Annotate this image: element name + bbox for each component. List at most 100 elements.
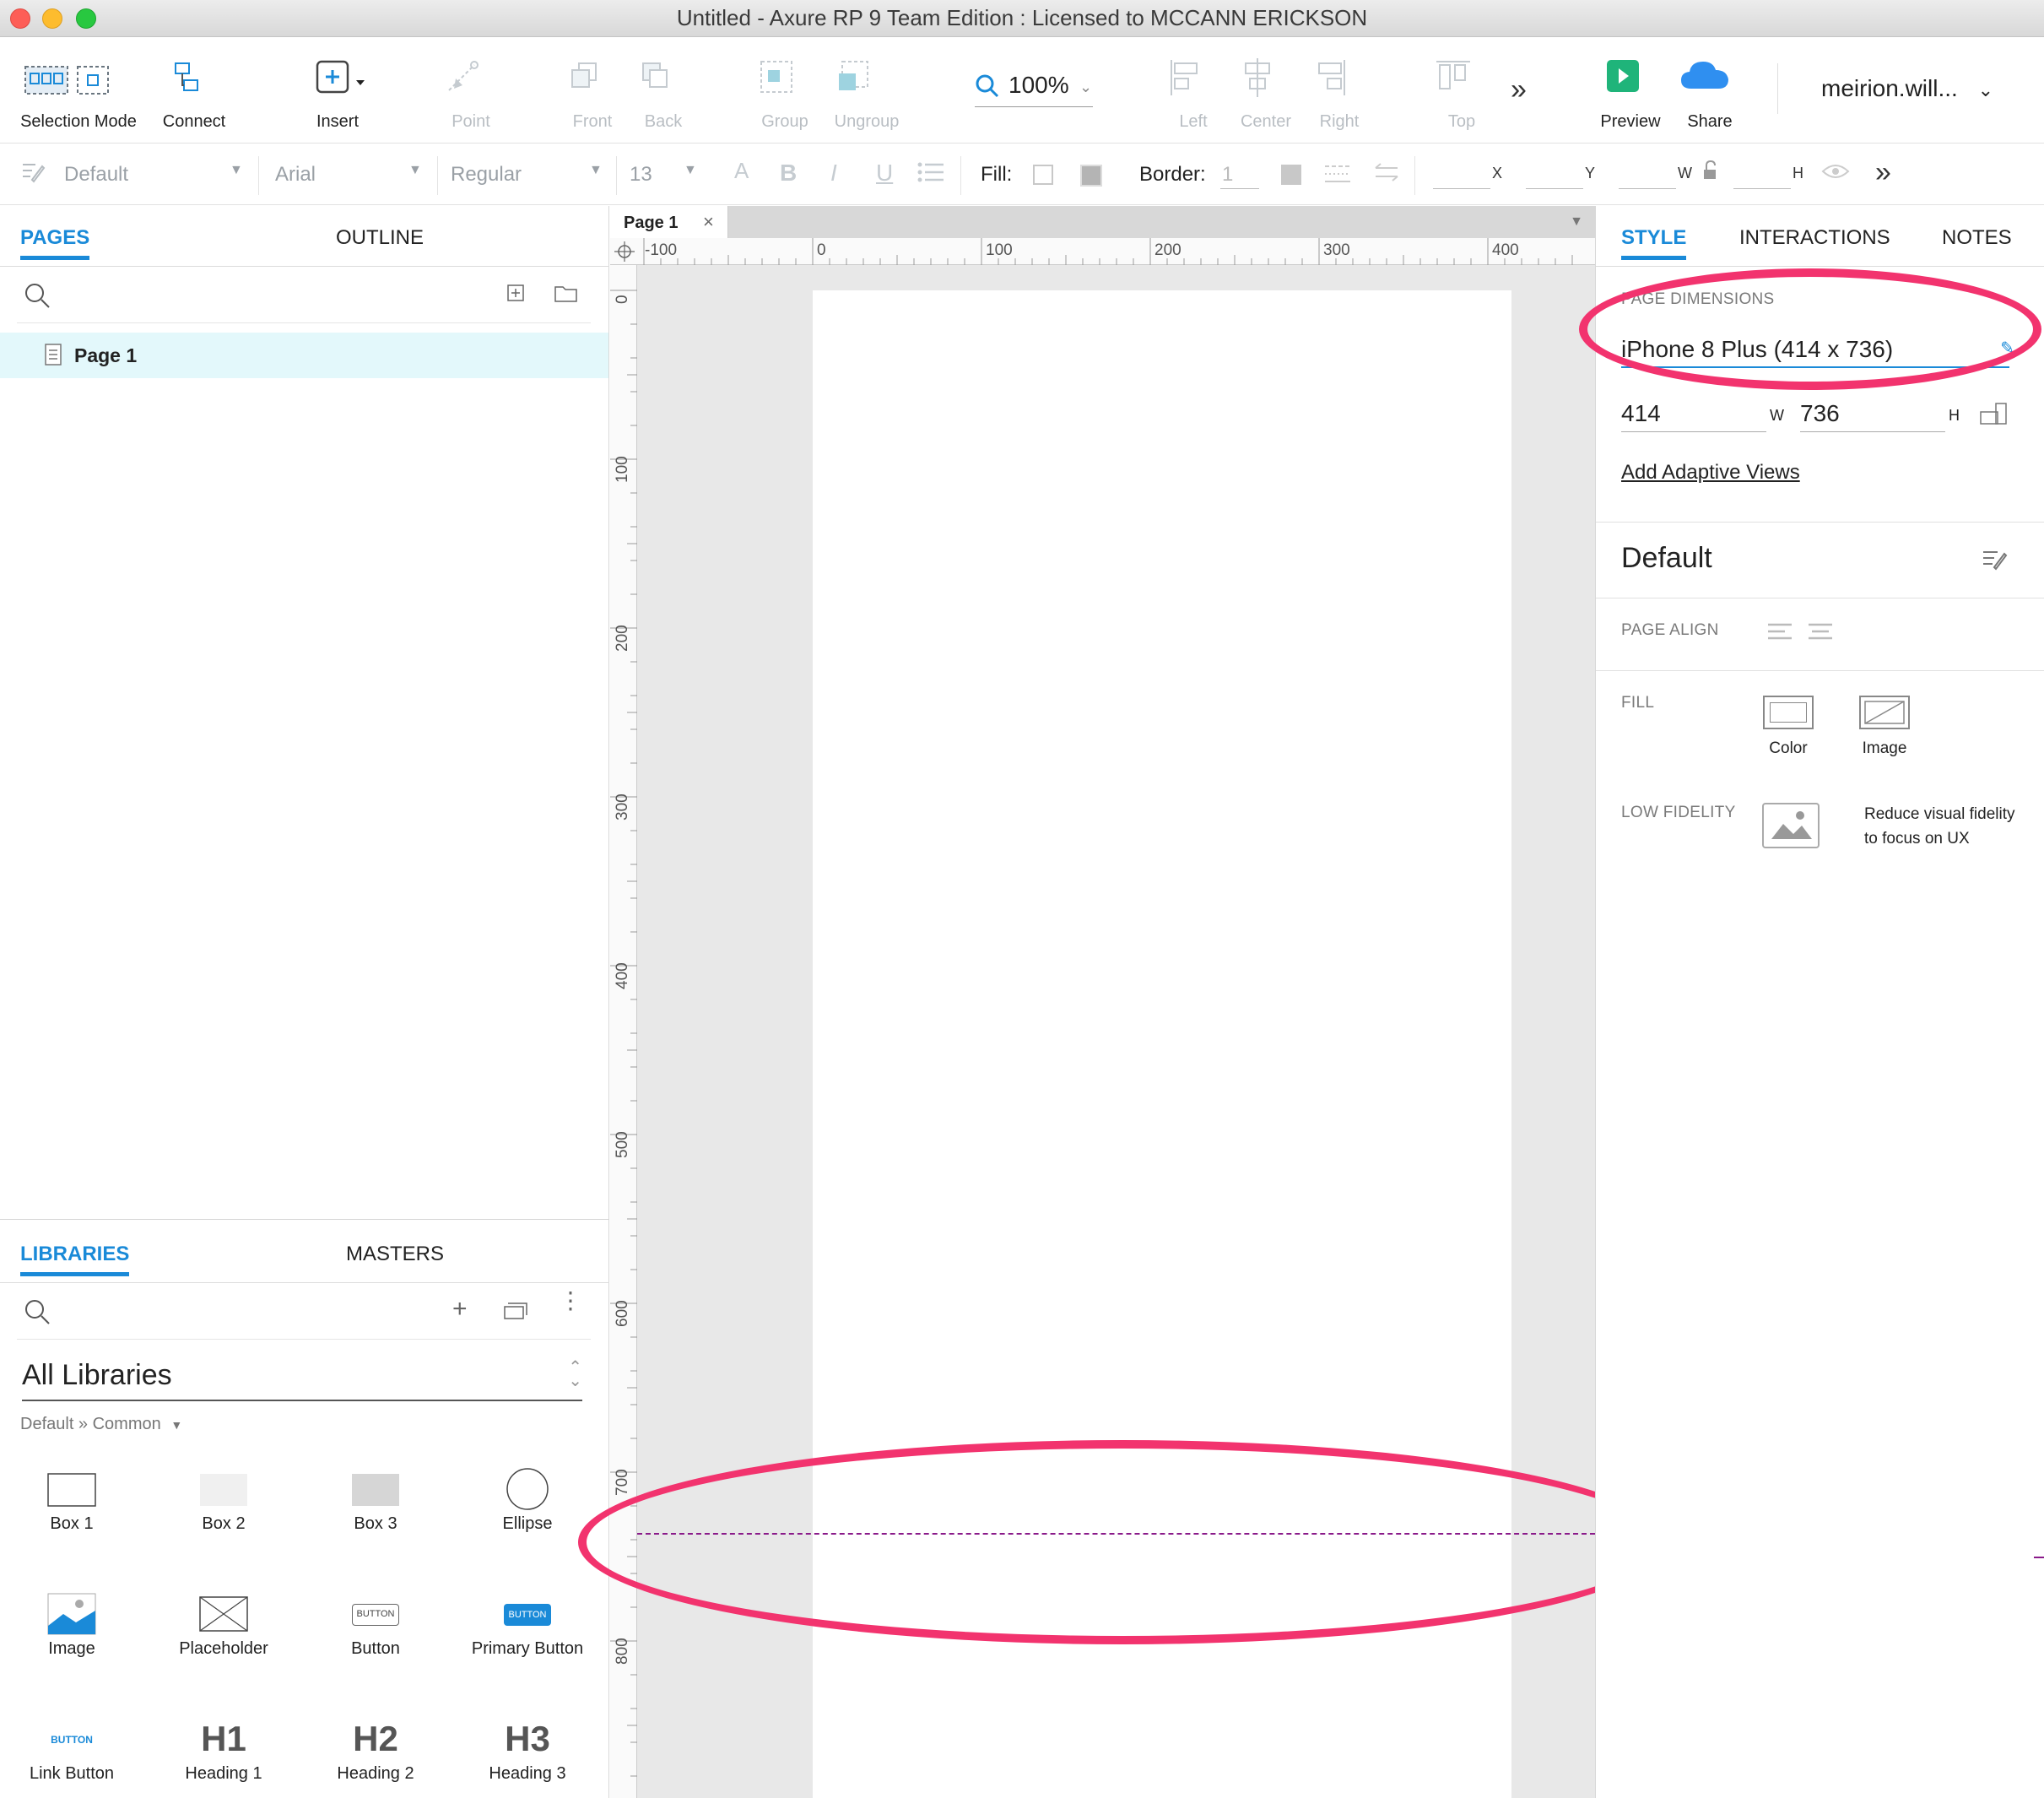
user-account-menu[interactable]: meirion.will... ⌄ — [1821, 75, 1993, 102]
y-input[interactable] — [1526, 188, 1583, 189]
tab-pages[interactable]: PAGES — [20, 226, 90, 260]
arrow-style-icon[interactable] — [1372, 160, 1401, 185]
tab-interactions[interactable]: INTERACTIONS — [1739, 226, 1890, 250]
add-library-icon[interactable]: + — [452, 1295, 468, 1324]
ungroup-button[interactable]: Ungroup — [829, 55, 905, 132]
page-width-input[interactable]: 414 — [1621, 398, 1766, 432]
border-width-input[interactable]: 1 — [1222, 163, 1233, 187]
connect-button[interactable]: Connect — [160, 55, 228, 132]
style-edit-icon[interactable] — [20, 160, 46, 185]
font-select[interactable]: Arial — [275, 163, 316, 187]
widget-label: Box 2 — [202, 1514, 246, 1533]
toolbar-divider — [1777, 63, 1778, 114]
library-more-icon[interactable]: ⋮ — [559, 1289, 582, 1313]
low-fidelity-toggle-icon[interactable] — [1761, 802, 1820, 849]
bullet-list-icon[interactable] — [917, 160, 945, 185]
insert-button[interactable]: Insert — [304, 55, 371, 132]
widget-button[interactable]: BUTTON Button — [304, 1589, 447, 1659]
widget-link-button[interactable]: BUTTON Link Button — [0, 1714, 143, 1784]
pages-search-icon[interactable] — [24, 282, 52, 311]
align-center-page-icon[interactable] — [1807, 621, 1834, 642]
underline-icon[interactable]: U — [876, 160, 893, 187]
page-tab[interactable]: Page 1 × — [610, 206, 728, 238]
fill-image-button[interactable]: Image — [1857, 696, 1912, 758]
fill-color-button[interactable]: Color — [1761, 696, 1815, 758]
x-input[interactable] — [1433, 188, 1490, 189]
fill-color-swatch[interactable] — [1033, 165, 1053, 185]
widget-placeholder[interactable]: Placeholder — [152, 1589, 295, 1659]
point-button[interactable]: Point — [437, 55, 505, 132]
share-button[interactable]: Share — [1676, 55, 1744, 132]
widget-box-3[interactable]: Box 3 — [304, 1464, 447, 1534]
divider — [17, 1339, 591, 1340]
tab-outline[interactable]: OUTLINE — [336, 226, 424, 250]
align-right-button[interactable]: Right — [1306, 55, 1373, 132]
button-glyph: BUTTON — [352, 1604, 399, 1626]
low-fidelity-desc-line-1: Reduce visual fidelity — [1864, 805, 2015, 823]
point-label: Point — [452, 112, 490, 131]
align-left-page-icon[interactable] — [1766, 621, 1793, 642]
tab-masters[interactable]: MASTERS — [346, 1243, 444, 1266]
font-size-select[interactable]: 13 — [630, 163, 652, 187]
font-dropdown-icon: ▼ — [408, 163, 422, 177]
back-button[interactable]: Back — [630, 55, 697, 132]
widget-image[interactable]: Image — [0, 1589, 143, 1659]
widget-ellipse[interactable]: Ellipse — [456, 1464, 599, 1534]
library-search-icon[interactable] — [24, 1298, 52, 1327]
orientation-icon[interactable] — [1979, 402, 2009, 427]
visibility-eye-icon[interactable] — [1821, 161, 1850, 181]
ungroup-label: Ungroup — [834, 112, 900, 131]
align-center-button[interactable]: Center — [1232, 55, 1300, 132]
h-label: H — [1949, 407, 1960, 424]
widget-heading-2[interactable]: H2 Heading 2 — [304, 1714, 447, 1784]
group-button[interactable]: Group — [751, 55, 819, 132]
front-button[interactable]: Front — [559, 55, 626, 132]
font-weight-select[interactable]: Regular — [451, 163, 522, 187]
widget-box-1[interactable]: Box 1 — [0, 1464, 143, 1534]
lock-icon[interactable] — [1701, 160, 1722, 181]
add-folder-icon[interactable] — [554, 284, 579, 304]
widget-heading-3[interactable]: H3 Heading 3 — [456, 1714, 599, 1784]
low-fidelity-label: LOW FIDELITY — [1621, 804, 1736, 821]
zoom-select[interactable]: 100% ⌄ — [975, 67, 1093, 107]
tab-libraries[interactable]: LIBRARIES — [20, 1243, 130, 1276]
h1-glyph: H1 — [201, 1719, 246, 1758]
page-list-item[interactable]: Page 1 — [0, 333, 608, 378]
library-breadcrumb[interactable]: Default » Common ▼ — [20, 1415, 182, 1434]
add-page-icon[interactable] — [506, 284, 527, 304]
page-height-input[interactable]: 736 — [1800, 398, 1945, 432]
widget-heading-1[interactable]: H1 Heading 1 — [152, 1714, 295, 1784]
panel-splitter[interactable] — [0, 1219, 609, 1220]
add-adaptive-views-link[interactable]: Add Adaptive Views — [1621, 461, 1800, 485]
insert-label: Insert — [316, 112, 360, 131]
italic-icon[interactable]: I — [830, 160, 837, 187]
pages-tabs: PAGES OUTLINE — [0, 206, 609, 267]
more-tools-chevron-icon[interactable]: » — [1511, 73, 1527, 106]
tab-list-dropdown-icon[interactable]: ▼ — [1570, 214, 1583, 230]
align-top-button[interactable]: Top — [1428, 55, 1495, 132]
annotation-ellipse-guide — [578, 1440, 1667, 1644]
more-format-chevron-icon[interactable]: » — [1875, 156, 1891, 189]
selection-mode-button[interactable]: Selection Mode — [15, 55, 142, 132]
border-label: Border: — [1139, 163, 1206, 186]
close-tab-icon[interactable]: × — [703, 211, 714, 233]
style-select[interactable]: Default — [64, 163, 128, 187]
preview-button[interactable]: Preview — [1597, 55, 1664, 132]
widget-label: Placeholder — [179, 1639, 268, 1658]
tab-style[interactable]: STYLE — [1621, 226, 1687, 260]
align-left-button[interactable]: Left — [1160, 55, 1227, 132]
tab-notes[interactable]: NOTES — [1942, 226, 2012, 250]
w-input[interactable] — [1619, 188, 1676, 189]
fill-shadow-swatch[interactable] — [1080, 165, 1102, 187]
style-edit-icon[interactable] — [1981, 547, 2008, 572]
widget-primary-button[interactable]: BUTTON Primary Button — [456, 1589, 599, 1659]
library-select[interactable]: All Libraries ⌃ ⌄ — [22, 1354, 582, 1401]
bold-icon[interactable]: B — [780, 160, 797, 187]
h-input[interactable] — [1733, 188, 1791, 189]
font-color-icon[interactable]: A — [734, 158, 749, 184]
widget-box-2[interactable]: Box 2 — [152, 1464, 295, 1534]
canvas-area[interactable]: Page 1 × ▼ -100 0 100 200 300 400 0 100 … — [578, 206, 1667, 1798]
border-color-swatch[interactable] — [1281, 165, 1301, 185]
border-style-icon[interactable] — [1323, 161, 1352, 187]
library-stack-icon[interactable] — [503, 1300, 528, 1322]
